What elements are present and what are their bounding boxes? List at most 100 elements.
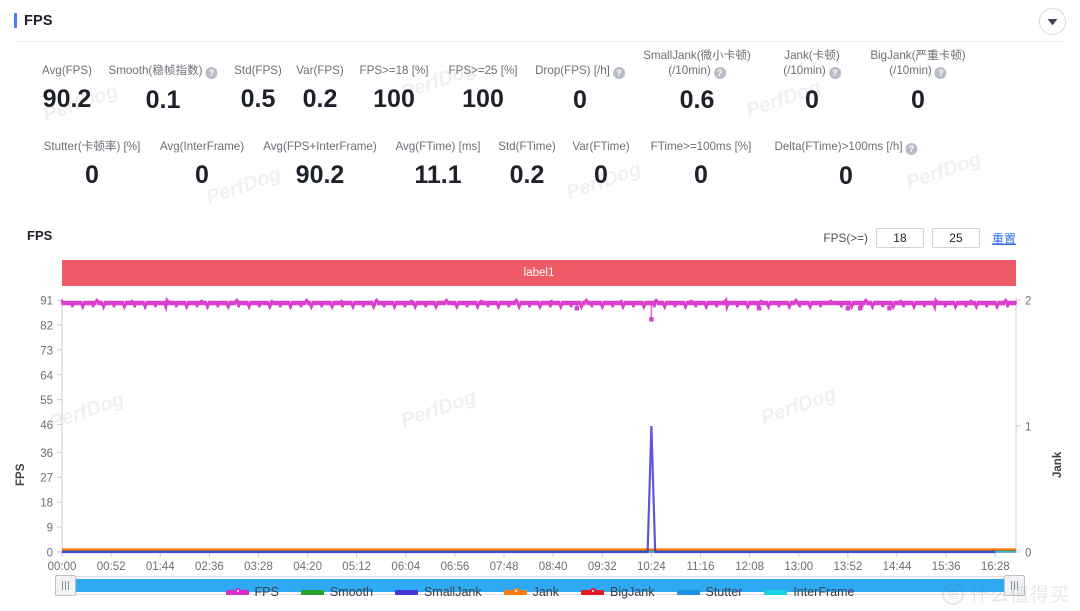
svg-text:12:08: 12:08 — [735, 561, 764, 573]
y-axis-title: FPS — [15, 463, 27, 486]
svg-text:07:48: 07:48 — [490, 561, 519, 573]
stat-cell: Stutter(卡顿率) [%] 0 — [44, 124, 141, 189]
svg-text:13:52: 13:52 — [833, 561, 862, 573]
stat-value: 11.1 — [414, 161, 462, 189]
stat-value: 0 — [195, 161, 209, 189]
stat-label: Avg(InterFrame) — [159, 140, 245, 153]
stat-value: 0 — [805, 86, 819, 114]
svg-text:06:56: 06:56 — [441, 561, 470, 573]
stat-value: 100 — [462, 85, 504, 113]
panel-title-wrap: FPS — [14, 13, 53, 29]
header-divider — [14, 41, 1066, 42]
plot-area: 0 9 18 27 36 46 55 64 73 82 91 0 1 2 00:00 00:52 01:44 02… — [0, 290, 1080, 611]
svg-text:2: 2 — [1025, 296, 1031, 308]
stat-label: SmallJank(微小卡顿) (/10min)? — [643, 49, 751, 79]
legend-marker-icon — [676, 589, 700, 595]
svg-text:00:52: 00:52 — [97, 561, 126, 573]
svg-text:00:00: 00:00 — [48, 561, 77, 573]
legend-label: FPS — [254, 585, 279, 599]
stat-cell: Var(FTime) 0 — [572, 124, 629, 189]
legend-item-fps[interactable]: FPS — [225, 585, 279, 599]
fps-panel: FPS PerfDog PerfDog PerfDog PerfDog Perf… — [0, 0, 1080, 611]
svg-text:82: 82 — [40, 320, 53, 332]
svg-text:09:32: 09:32 — [588, 561, 617, 573]
fps-threshold-label: FPS(>=) — [823, 231, 868, 245]
stat-cell: FPS>=18 [%] 100 — [360, 48, 429, 113]
stat-label: Drop(FPS) [/h]? — [535, 48, 625, 79]
svg-text:03:28: 03:28 — [244, 561, 273, 573]
panel-header: FPS — [0, 0, 1080, 41]
legend-item-smooth[interactable]: Smooth — [300, 585, 373, 599]
stat-label: FTime>=100ms [%] — [650, 140, 752, 153]
stat-value: 90.2 — [295, 161, 345, 189]
legend-label: Jank — [532, 585, 560, 599]
stat-value: 0 — [573, 86, 587, 114]
fps-threshold-high-input[interactable] — [931, 228, 980, 248]
stat-value: 0.6 — [679, 86, 715, 114]
stat-value: 0 — [839, 162, 853, 190]
chart-header: FPS FPS(>=) 重置 — [0, 220, 1080, 254]
legend-marker-icon — [581, 588, 605, 595]
stat-value: 0.1 — [145, 86, 181, 114]
stat-label: BigJank(严重卡顿) (/10min)? — [870, 49, 966, 79]
svg-text:10:24: 10:24 — [637, 561, 666, 573]
stat-cell: Avg(InterFrame) 0 — [160, 124, 244, 189]
fps-threshold-low-input[interactable] — [875, 228, 924, 248]
stat-label: Stutter(卡顿率) [%] — [43, 140, 141, 153]
legend-item-interframe[interactable]: InterFrame — [764, 585, 854, 599]
stat-value: 90.2 — [42, 85, 92, 113]
stat-value: 0.5 — [240, 85, 276, 113]
legend-marker-icon — [300, 589, 324, 595]
svg-text:02:36: 02:36 — [195, 561, 224, 573]
stat-label: Std(FTime) — [498, 140, 556, 153]
help-icon[interactable]: ? — [205, 67, 218, 79]
help-icon[interactable]: ? — [828, 67, 841, 79]
svg-text:13:00: 13:00 — [784, 561, 813, 573]
legend-item-jank[interactable]: Jank — [503, 585, 560, 599]
accent-bar-icon — [14, 13, 17, 28]
chart-title: FPS — [27, 228, 53, 243]
svg-text:16:28: 16:28 — [981, 561, 1010, 573]
legend-item-bigjank[interactable]: BigJank — [581, 585, 655, 599]
help-icon[interactable]: ? — [612, 67, 625, 79]
legend-item-stutter[interactable]: Stutter — [676, 585, 742, 599]
stat-cell: Avg(FPS) 90.2 — [42, 48, 92, 113]
fps-plot-svg[interactable]: 0 9 18 27 36 46 55 64 73 82 91 0 1 2 00:00 00:52 01:44 02… — [0, 290, 1080, 611]
svg-text:15:36: 15:36 — [932, 561, 961, 573]
stat-label: FPS>=18 [%] — [359, 64, 429, 77]
legend-label: InterFrame — [793, 585, 855, 599]
legend-item-smalljank[interactable]: SmallJank — [394, 585, 482, 599]
page-title: FPS — [24, 12, 53, 29]
collapse-panel-button[interactable] — [1039, 8, 1066, 35]
stat-cell: Std(FTime) 0.2 — [498, 124, 556, 189]
help-icon[interactable]: ? — [934, 67, 947, 79]
svg-text:0: 0 — [1025, 548, 1031, 560]
label-band[interactable]: label1 — [62, 260, 1016, 286]
stat-cell: Drop(FPS) [/h]? 0 — [535, 48, 625, 114]
stat-cell: Var(FPS) 0.2 — [296, 48, 343, 113]
stat-cell: Jank(卡顿) (/10min)? 0 — [783, 48, 841, 114]
stat-cell: Avg(FPS+InterFrame) 90.2 — [263, 124, 377, 189]
reset-link[interactable]: 重置 — [992, 230, 1016, 247]
stat-label: Var(FPS) — [296, 64, 344, 77]
fps-threshold-controls: FPS(>=) 重置 — [823, 228, 1016, 248]
stat-label: Jank(卡顿) (/10min)? — [783, 49, 841, 79]
stat-cell: FTime>=100ms [%] 0 — [651, 124, 752, 189]
chevron-down-icon — [1047, 18, 1058, 25]
help-icon[interactable]: ? — [713, 67, 726, 79]
stat-value: 0.2 — [302, 85, 338, 113]
svg-text:36: 36 — [40, 448, 53, 460]
svg-text:0: 0 — [47, 548, 53, 560]
stat-cell: BigJank(严重卡顿) (/10min)? 0 — [870, 48, 965, 114]
legend-label: Smooth — [329, 585, 373, 599]
label-band-text: label1 — [523, 267, 555, 279]
svg-text:06:04: 06:04 — [391, 561, 420, 573]
stat-label: FPS>=25 [%] — [448, 64, 518, 77]
stat-value: 0 — [911, 86, 925, 114]
stat-value: 0 — [594, 161, 608, 189]
fps-chart-block: FPS FPS(>=) 重置 label1 0 9 18 27 36 46 55 64 73 82… — [0, 220, 1080, 611]
svg-text:11:16: 11:16 — [687, 561, 715, 573]
svg-text:27: 27 — [40, 473, 53, 485]
help-icon[interactable]: ? — [905, 143, 918, 155]
stats-row-secondary: Stutter(卡顿率) [%] 0 Avg(InterFrame) 0 Avg(FPS… — [0, 124, 1080, 200]
